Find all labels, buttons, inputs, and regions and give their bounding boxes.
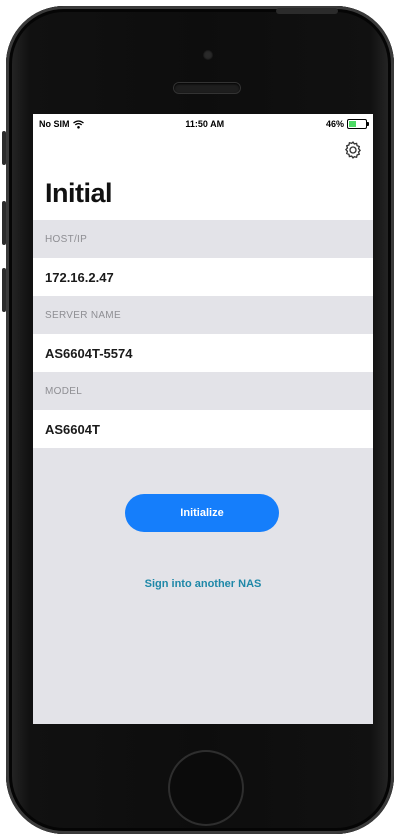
gear-icon[interactable] [343, 140, 363, 160]
volume-down-button [2, 268, 6, 312]
volume-up-button [2, 201, 6, 245]
initialize-button[interactable]: Initialize [125, 494, 279, 532]
home-button[interactable] [170, 752, 242, 824]
carrier-label: No SIM [39, 119, 70, 129]
actions-area: Initialize Sign into another NAS [33, 448, 373, 724]
page-title: Initial [45, 178, 113, 208]
earpiece-speaker [174, 83, 240, 93]
sign-in-another-nas-link[interactable]: Sign into another NAS [33, 578, 373, 590]
mute-switch [2, 131, 6, 165]
page-header: Initial [33, 134, 373, 220]
app-screen: No SIM 11:50 AM 46% Initial HOST/IP 172.… [33, 114, 373, 724]
server-name-label: SERVER NAME [33, 296, 373, 334]
server-name-value: AS6604T-5574 [33, 334, 373, 372]
battery-fill [348, 121, 357, 127]
battery-icon [346, 119, 369, 129]
power-button [276, 8, 338, 14]
front-camera [203, 50, 213, 60]
status-bar: No SIM 11:50 AM 46% [33, 114, 373, 134]
model-value: AS6604T [33, 410, 373, 448]
battery-percent: 46% [325, 119, 344, 129]
host-ip-value: 172.16.2.47 [33, 258, 373, 296]
wifi-icon [72, 119, 84, 129]
status-time: 11:50 AM [185, 119, 225, 129]
model-label: MODEL [33, 372, 373, 410]
host-ip-label: HOST/IP [33, 220, 373, 258]
